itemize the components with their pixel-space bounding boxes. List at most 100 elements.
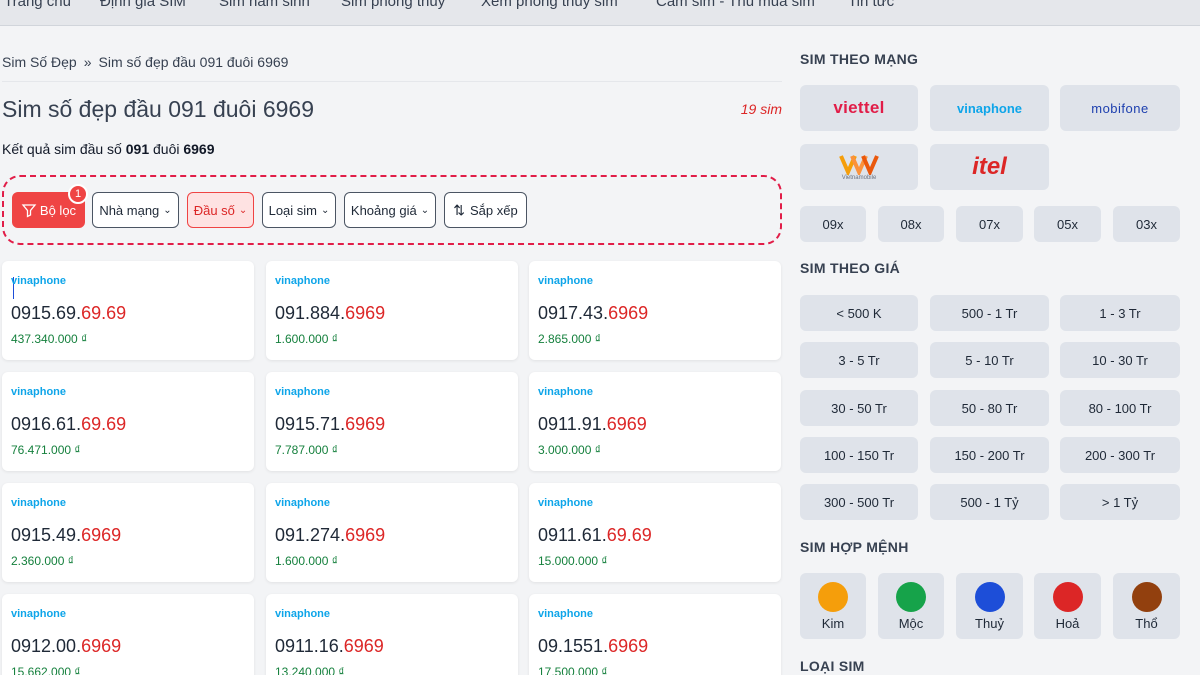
sim-number-prefix: 0915.69. bbox=[11, 303, 82, 323]
sim-card[interactable]: vinaphone 091.884.6969 1.600.000 ₫ bbox=[266, 261, 518, 360]
nav-news[interactable]: Tin tức bbox=[848, 0, 894, 10]
sim-number[interactable]: 0915.49.6969 bbox=[11, 525, 121, 546]
element-hoa[interactable]: Hoả bbox=[1034, 573, 1101, 639]
price-range[interactable]: 300 - 500 Tr bbox=[800, 484, 918, 520]
sim-card[interactable]: vinaphone 0911.61.69.69 15.000.000 ₫ bbox=[529, 483, 781, 582]
sim-number[interactable]: 091.884.6969 bbox=[275, 303, 385, 324]
divider bbox=[2, 81, 782, 82]
element-tho[interactable]: Thổ bbox=[1113, 573, 1180, 639]
price-range[interactable]: 500 - 1 Tỷ bbox=[930, 484, 1049, 520]
nav-birth-year[interactable]: Sim năm sinh bbox=[219, 0, 310, 10]
nav-pawn[interactable]: Cầm sim - Thu mua sim bbox=[656, 0, 815, 10]
price-range[interactable]: 80 - 100 Tr bbox=[1060, 390, 1180, 426]
sort-button[interactable]: ⇅ Sắp xếp bbox=[444, 192, 527, 228]
prefix-05x[interactable]: 05x bbox=[1034, 206, 1101, 242]
price-range[interactable]: > 1 Tỷ bbox=[1060, 484, 1180, 520]
chevron-down-icon: ⌄ bbox=[238, 204, 248, 216]
sidebar-networks-title: SIM THEO MẠNG bbox=[800, 51, 919, 67]
element-kim[interactable]: Kim bbox=[800, 573, 866, 639]
price-range[interactable]: 50 - 80 Tr bbox=[930, 390, 1049, 426]
sim-card[interactable]: vinaphone 0915.49.6969 2.360.000 ₫ bbox=[2, 483, 254, 582]
sim-number[interactable]: 0916.61.69.69 bbox=[11, 414, 126, 435]
price-range[interactable]: 100 - 150 Tr bbox=[800, 437, 918, 473]
price-range[interactable]: 3 - 5 Tr bbox=[800, 342, 918, 378]
sim-card[interactable]: vinaphone 0916.61.69.69 76.471.000 ₫ bbox=[2, 372, 254, 471]
nav-valuation[interactable]: Định giá SIM bbox=[100, 0, 186, 10]
sim-network: vinaphone bbox=[275, 608, 331, 620]
filter-button-label: Bộ lọc bbox=[39, 202, 77, 218]
element-thuy[interactable]: Thuỷ bbox=[956, 573, 1023, 639]
price-range[interactable]: 1 - 3 Tr bbox=[1060, 295, 1180, 331]
network-vinaphone[interactable]: vinaphone bbox=[930, 85, 1049, 131]
sim-network: vinaphone bbox=[275, 275, 331, 287]
price-range[interactable]: < 500 K bbox=[800, 295, 918, 331]
sim-number-prefix: 0915.71. bbox=[275, 414, 346, 434]
network-mobifone[interactable]: mobifone bbox=[1060, 85, 1180, 131]
sim-number[interactable]: 0911.61.69.69 bbox=[538, 525, 652, 546]
sim-card[interactable]: vinaphone 0915.71.6969 7.787.000 ₫ bbox=[266, 372, 518, 471]
element-moc[interactable]: Mộc bbox=[878, 573, 944, 639]
top-nav: Trang chủ Định giá SIM Sim năm sinh Sim … bbox=[0, 0, 1200, 26]
prefix-08x[interactable]: 08x bbox=[878, 206, 944, 242]
price-range[interactable]: 30 - 50 Tr bbox=[800, 390, 918, 426]
sim-card[interactable]: vinaphone 0915.69.69.69 437.340.000 ₫ bbox=[2, 261, 254, 360]
network-itel[interactable]: itel bbox=[930, 144, 1049, 190]
sim-number-prefix: 0911.91. bbox=[538, 414, 607, 434]
sim-number[interactable]: 0911.91.6969 bbox=[538, 414, 647, 435]
sim-number[interactable]: 0915.71.6969 bbox=[275, 414, 385, 435]
sim-number[interactable]: 0912.00.6969 bbox=[11, 636, 121, 657]
earth-element-icon bbox=[1131, 581, 1162, 612]
price-range[interactable]: 5 - 10 Tr bbox=[930, 342, 1049, 378]
nav-home[interactable]: Trang chủ bbox=[4, 0, 71, 10]
sim-price: 15.662.000 ₫ bbox=[11, 665, 81, 675]
sim-number-highlight: 69.69 bbox=[81, 414, 127, 434]
result-head: 091 bbox=[125, 141, 150, 157]
sim-card[interactable]: vinaphone 0917.43.6969 2.865.000 ₫ bbox=[529, 261, 781, 360]
sim-card[interactable]: vinaphone 091.274.6969 1.600.000 ₫ bbox=[266, 483, 518, 582]
wood-element-icon bbox=[896, 581, 926, 612]
sim-network: vinaphone bbox=[11, 497, 67, 509]
nav-feng-shui[interactable]: Sim phong thủy bbox=[341, 0, 445, 10]
sim-card[interactable]: vinaphone 0911.16.6969 13.240.000 ₫ bbox=[266, 594, 518, 675]
sim-card[interactable]: vinaphone 09.1551.6969 17.500.000 ₫ bbox=[529, 594, 781, 675]
water-element-icon bbox=[974, 581, 1005, 612]
sim-number[interactable]: 0911.16.6969 bbox=[275, 636, 384, 657]
page-title: Sim số đẹp đầu 091 đuôi 6969 bbox=[2, 96, 315, 122]
filter-price-dropdown[interactable]: Khoảng giá ⌄ bbox=[344, 192, 436, 228]
result-count: 19 sim bbox=[740, 101, 782, 117]
filter-prefix-dropdown[interactable]: Đầu số ⌄ bbox=[187, 192, 254, 228]
sim-number-highlight: 69.69 bbox=[606, 525, 652, 545]
sim-card[interactable]: vinaphone 0911.91.6969 3.000.000 ₫ bbox=[529, 372, 781, 471]
nav-feng-shui-check[interactable]: Xem phong thủy sim bbox=[481, 0, 618, 10]
sim-network: vinaphone bbox=[275, 497, 331, 509]
sim-number[interactable]: 091.274.6969 bbox=[275, 525, 385, 546]
itel-logo: itel bbox=[972, 153, 1007, 180]
sort-label: Sắp xếp bbox=[470, 202, 518, 218]
sim-price: 76.471.000 ₫ bbox=[11, 443, 81, 457]
prefix-09x[interactable]: 09x bbox=[800, 206, 866, 242]
price-range[interactable]: 500 - 1 Tr bbox=[930, 295, 1049, 331]
price-range[interactable]: 150 - 200 Tr bbox=[930, 437, 1049, 473]
price-range[interactable]: 200 - 300 Tr bbox=[1060, 437, 1180, 473]
filter-network-dropdown[interactable]: Nhà mạng ⌄ bbox=[92, 192, 179, 228]
sidebar-price-title: SIM THEO GIÁ bbox=[800, 260, 901, 276]
element-label: Thuỷ bbox=[975, 615, 1004, 631]
sim-number-prefix: 0916.61. bbox=[11, 414, 82, 434]
sim-card[interactable]: vinaphone 0912.00.6969 15.662.000 ₫ bbox=[2, 594, 254, 675]
sim-number[interactable]: 0915.69.69.69 bbox=[11, 303, 126, 324]
sim-price: 13.240.000 ₫ bbox=[275, 665, 345, 675]
network-vietnamobile[interactable]: Vietnamobile bbox=[800, 144, 918, 190]
breadcrumb: Sim Số Đẹp » Sim số đẹp đầu 091 đuôi 6969 bbox=[2, 54, 288, 70]
breadcrumb-root[interactable]: Sim Số Đẹp bbox=[2, 54, 77, 70]
filter-type-dropdown[interactable]: Loại sim ⌄ bbox=[262, 192, 336, 228]
sim-network: vinaphone bbox=[538, 275, 594, 287]
network-viettel[interactable]: viettel bbox=[800, 85, 918, 131]
prefix-07x[interactable]: 07x bbox=[956, 206, 1023, 242]
prefix-03x[interactable]: 03x bbox=[1113, 206, 1180, 242]
sim-number[interactable]: 0917.43.6969 bbox=[538, 303, 648, 324]
sim-network: vinaphone bbox=[538, 386, 594, 398]
price-range[interactable]: 10 - 30 Tr bbox=[1060, 342, 1180, 378]
sim-number[interactable]: 09.1551.6969 bbox=[538, 636, 648, 657]
sim-network: vinaphone bbox=[11, 275, 67, 287]
sim-price: 15.000.000 ₫ bbox=[538, 554, 608, 568]
